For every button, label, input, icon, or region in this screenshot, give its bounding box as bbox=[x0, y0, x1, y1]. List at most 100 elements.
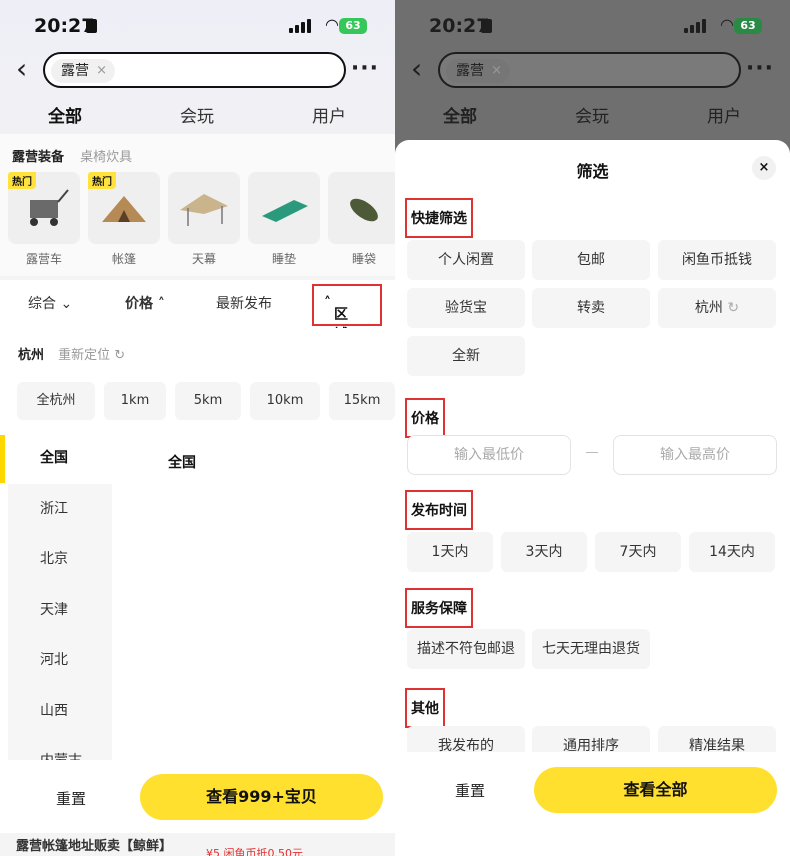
category-name: 帐篷 bbox=[111, 252, 136, 266]
relocate-button[interactable]: 重新定位 ↻ bbox=[58, 348, 125, 363]
sleeping-bag-icon bbox=[350, 198, 378, 222]
sheet-footer: 重置 查看全部 bbox=[395, 752, 790, 856]
sort-general[interactable]: 综合 ⌄ bbox=[28, 293, 72, 313]
current-city-row: 杭州 重新定位 ↻ bbox=[18, 344, 125, 363]
section-title-price: 价格 bbox=[405, 398, 445, 438]
battery-icon: 63 bbox=[339, 18, 367, 34]
listing-title-peek[interactable]: 露营帐篷地址贩卖【鲸鲜】 bbox=[16, 835, 172, 854]
distance-option[interactable]: 5km bbox=[175, 382, 241, 420]
id-card-icon bbox=[481, 19, 492, 33]
tab-play[interactable]: 会玩 bbox=[180, 102, 214, 127]
hot-badge: 热门 bbox=[88, 172, 116, 189]
sheet-title: 筛选 bbox=[576, 162, 609, 181]
time-option[interactable]: 1天内 bbox=[407, 532, 493, 572]
wifi-icon: ◠ bbox=[720, 15, 734, 34]
search-input: 露营 × bbox=[438, 52, 741, 88]
search-keyword: 露营 bbox=[61, 63, 89, 79]
tab-all[interactable]: 全部 bbox=[48, 102, 82, 131]
clear-keyword-icon[interactable]: × bbox=[96, 59, 107, 83]
back-icon: ‹ bbox=[411, 52, 423, 85]
category-name: 露营车 bbox=[25, 252, 62, 266]
quick-option[interactable]: 全新 bbox=[407, 336, 525, 376]
back-icon[interactable]: ‹ bbox=[16, 55, 38, 84]
result-tabs: 全部 会玩 用户 bbox=[395, 98, 790, 132]
search-keyword: 露营 bbox=[456, 63, 484, 79]
category-title[interactable]: 露营装备 bbox=[12, 150, 64, 165]
signal-icon bbox=[289, 19, 311, 33]
canopy-icon bbox=[180, 194, 228, 226]
sort-region-label: 区域 ˄ bbox=[324, 295, 348, 343]
wifi-icon: ◠ bbox=[325, 15, 339, 34]
left-screen: 20:27 ◠ 63 ‹ 露营 × ··· 全部 会玩 用户 露营装备 桌椅炊具… bbox=[0, 0, 395, 856]
sort-price[interactable]: 价格 ˄ bbox=[125, 293, 165, 313]
result-tabs: 全部 会玩 用户 bbox=[0, 98, 395, 132]
sort-latest[interactable]: 最新发布 bbox=[216, 293, 272, 313]
category-item[interactable]: 睡袋 bbox=[328, 172, 395, 267]
province-item[interactable]: 全国 bbox=[8, 433, 112, 484]
distance-option[interactable]: 10km bbox=[250, 382, 320, 420]
status-bar: 20:27 ◠ 63 bbox=[395, 10, 790, 42]
province-list[interactable]: 全国 浙江 北京 天津 河北 山西 内蒙古 bbox=[8, 433, 112, 763]
current-city: 杭州 bbox=[18, 348, 45, 363]
filter-footer: 重置 查看999+宝贝 bbox=[0, 760, 395, 833]
sleeping-pad-image bbox=[248, 172, 320, 244]
more-icon[interactable]: ··· bbox=[351, 56, 379, 81]
section-title-time: 发布时间 bbox=[405, 490, 473, 530]
province-item[interactable]: 河北 bbox=[8, 635, 112, 686]
id-card-icon bbox=[86, 19, 97, 33]
sub-region-item[interactable]: 全国 bbox=[168, 452, 196, 472]
quick-option[interactable]: 个人闲置 bbox=[407, 240, 525, 280]
category-card: 露营装备 桌椅炊具 热门 露营车 热门 帐篷 天幕 睡垫 睡袋 bbox=[0, 134, 395, 276]
quick-option-city[interactable]: 杭州 ↻ bbox=[658, 288, 776, 328]
province-item[interactable]: 天津 bbox=[8, 585, 112, 636]
section-title-quick: 快捷筛选 bbox=[405, 198, 473, 238]
canopy-image bbox=[168, 172, 240, 244]
sleeping-bag-image bbox=[328, 172, 395, 244]
tab-users[interactable]: 用户 bbox=[312, 102, 346, 127]
category-name: 睡垫 bbox=[271, 252, 296, 266]
distance-option[interactable]: 全杭州 bbox=[17, 382, 95, 420]
category-item[interactable]: 热门 帐篷 bbox=[88, 172, 160, 267]
max-price-input[interactable]: 输入最高价 bbox=[613, 435, 777, 475]
tent-image: 热门 bbox=[88, 172, 160, 244]
province-item[interactable]: 北京 bbox=[8, 534, 112, 585]
service-option[interactable]: 七天无理由退货 bbox=[532, 629, 650, 669]
cart-image: 热门 bbox=[8, 172, 80, 244]
category-name: 天幕 bbox=[191, 252, 216, 266]
search-keyword-chip[interactable]: 露营 × bbox=[51, 59, 115, 83]
time-option[interactable]: 14天内 bbox=[689, 532, 775, 572]
selected-indicator bbox=[0, 435, 5, 483]
province-item[interactable]: 山西 bbox=[8, 686, 112, 737]
signal-icon bbox=[684, 19, 706, 33]
min-price-input[interactable]: 输入最低价 bbox=[407, 435, 571, 475]
battery-icon: 63 bbox=[734, 18, 762, 34]
quick-option[interactable]: 包邮 bbox=[532, 240, 650, 280]
category-item[interactable]: 热门 露营车 bbox=[8, 172, 80, 267]
view-all-button[interactable]: 查看全部 bbox=[534, 767, 777, 813]
hot-badge: 热门 bbox=[8, 172, 36, 189]
category-item[interactable]: 睡垫 bbox=[248, 172, 320, 267]
category-item[interactable]: 天幕 bbox=[168, 172, 240, 267]
search-header: ‹ 露营 × ··· bbox=[0, 52, 395, 88]
quick-option[interactable]: 闲鱼币抵钱 bbox=[658, 240, 776, 280]
quick-option[interactable]: 验货宝 bbox=[407, 288, 525, 328]
view-results-button[interactable]: 查看999+宝贝 bbox=[140, 774, 383, 820]
category-subtitle[interactable]: 桌椅炊具 bbox=[80, 150, 132, 165]
province-item[interactable]: 浙江 bbox=[8, 484, 112, 535]
time-option[interactable]: 7天内 bbox=[595, 532, 681, 572]
reset-button[interactable]: 重置 bbox=[455, 780, 485, 801]
category-header: 露营装备 桌椅炊具 bbox=[12, 146, 132, 165]
distance-option[interactable]: 15km bbox=[329, 382, 395, 420]
service-option[interactable]: 描述不符包邮退 bbox=[407, 629, 525, 669]
quick-option[interactable]: 转卖 bbox=[532, 288, 650, 328]
sort-region[interactable]: 区域 ˄ bbox=[312, 284, 382, 343]
filter-sheet: 筛选 × 快捷筛选 个人闲置 包邮 闲鱼币抵钱 验货宝 转卖 杭州 ↻ 全新 价… bbox=[395, 140, 790, 856]
province-item[interactable]: 内蒙古 bbox=[8, 736, 112, 763]
reset-button[interactable]: 重置 bbox=[56, 788, 86, 809]
distance-option[interactable]: 1km bbox=[104, 382, 166, 420]
search-input[interactable]: 露营 × bbox=[43, 52, 346, 88]
tab-all: 全部 bbox=[443, 102, 477, 131]
time-option[interactable]: 3天内 bbox=[501, 532, 587, 572]
sleeping-pad-icon bbox=[262, 200, 308, 222]
close-icon[interactable]: × bbox=[752, 156, 776, 180]
